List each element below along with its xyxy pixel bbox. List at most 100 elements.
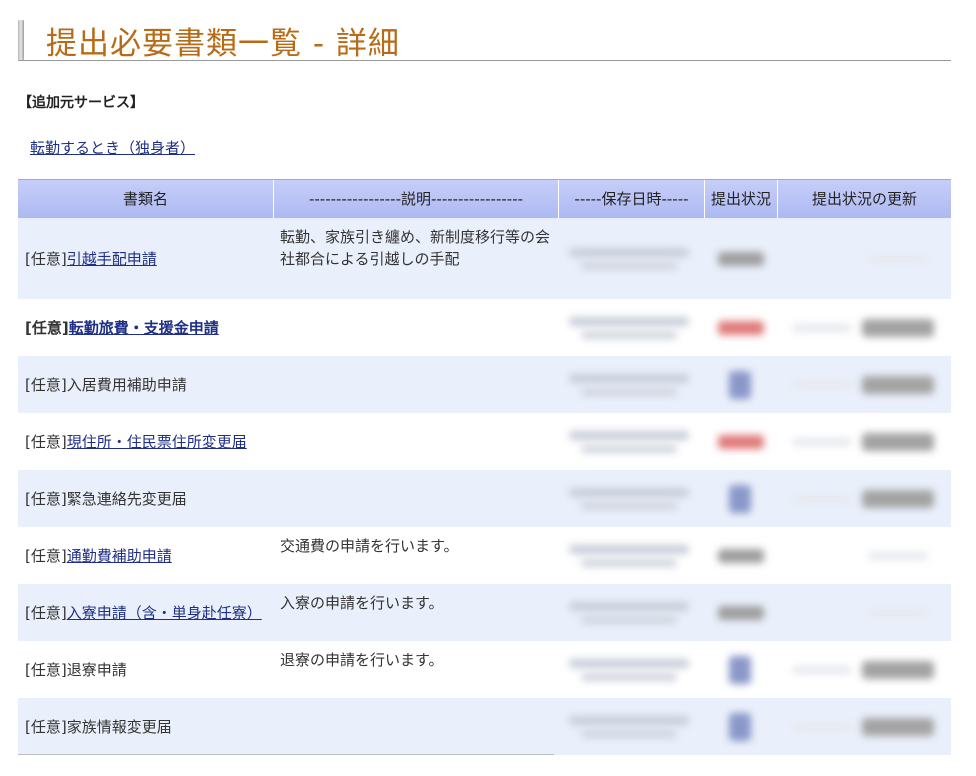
status-update-cell <box>778 584 951 641</box>
optional-prefix: [任意] <box>25 661 67 679</box>
table-row: [任意] 緊急連絡先変更届 <box>18 470 951 527</box>
document-name-cell: [任意] 入居費用補助申請 <box>18 356 274 413</box>
document-name: 入居費用補助申請 <box>66 376 187 394</box>
document-link[interactable]: 転勤旅費・支援金申請 <box>69 317 219 338</box>
saved-at-cell <box>559 413 705 470</box>
document-link[interactable]: 引越手配申請 <box>67 248 157 269</box>
document-name-cell: [任意] 家族情報変更届 <box>18 698 274 755</box>
redacted-date <box>569 316 689 326</box>
redacted-update-button[interactable] <box>862 660 934 679</box>
redacted-date <box>569 715 689 725</box>
optional-prefix: [任意] <box>25 718 67 736</box>
description-cell <box>274 698 559 755</box>
table-row: [任意] 現住所・住民票住所変更届 <box>18 413 951 470</box>
status-update-cell <box>778 299 951 356</box>
header-status-update: 提出状況の更新 <box>811 190 917 208</box>
redacted-time <box>581 615 677 624</box>
redacted-time <box>581 261 677 270</box>
redacted-time <box>581 387 677 396</box>
description-cell: 転勤、家族引き纏め、新制度移行等の会社都合による引越しの手配 <box>280 228 551 268</box>
redacted-update-button[interactable] <box>862 717 934 736</box>
document-name-cell: [任意] 入寮申請（含・単身赴任寮） <box>18 584 274 641</box>
redacted-update-button[interactable] <box>862 489 934 508</box>
table-bottom-border <box>18 754 554 755</box>
table-row: [任意] 家族情報変更届 <box>18 698 951 755</box>
description-cell <box>274 470 559 527</box>
status-cell <box>705 218 778 299</box>
redacted-date <box>569 544 689 554</box>
redacted-text <box>868 608 928 617</box>
optional-prefix: [任意] <box>25 319 69 337</box>
saved-at-cell <box>559 584 705 641</box>
status-update-cell <box>778 413 951 470</box>
document-name: 退寮申請 <box>66 661 127 679</box>
status-cell <box>705 356 778 413</box>
redacted-status-badge <box>718 605 764 620</box>
document-link[interactable]: 現住所・住民票住所変更届 <box>67 431 247 452</box>
title-accent-bar <box>18 20 24 60</box>
service-link[interactable]: 転勤するとき（独身者） <box>30 137 195 158</box>
table-row: [任意] 通勤費補助申請 交通費の申請を行います。 <box>18 527 951 584</box>
status-update-cell <box>778 218 951 299</box>
redacted-time <box>581 558 677 567</box>
document-name-cell: [任意] 緊急連絡先変更届 <box>18 470 274 527</box>
redacted-time <box>581 501 677 510</box>
redacted-status-badge <box>729 712 751 741</box>
description-cell <box>274 299 559 356</box>
redacted-text <box>792 323 852 332</box>
redacted-status-badge <box>718 320 764 335</box>
redacted-update-button[interactable] <box>862 432 934 451</box>
redacted-update-button[interactable] <box>862 318 934 337</box>
status-cell <box>705 584 778 641</box>
page: 提出必要書類一覧 - 詳細 【追加元サービス】 転勤するとき（独身者） 書類名 … <box>0 0 976 776</box>
description-cell: 交通費の申請を行います。 <box>280 537 459 555</box>
page-header: 提出必要書類一覧 - 詳細 <box>18 14 951 62</box>
redacted-date <box>569 430 689 440</box>
redacted-text <box>868 254 928 263</box>
header-status: 提出状況 <box>705 180 778 218</box>
table-body: [任意] 引越手配申請 転勤、家族引き纏め、新制度移行等の会社都合による引越しの手配… <box>18 218 951 755</box>
redacted-text <box>792 437 852 446</box>
header-saved-at: -----保存日時----- <box>559 180 705 218</box>
status-cell <box>705 698 778 755</box>
document-link[interactable]: 通勤費補助申請 <box>67 545 172 566</box>
status-update-cell <box>778 698 951 755</box>
redacted-status-badge <box>729 655 751 684</box>
optional-prefix: [任意] <box>25 433 67 451</box>
redacted-text <box>792 494 852 503</box>
redacted-text <box>868 551 928 560</box>
saved-at-cell <box>559 641 705 698</box>
redacted-date <box>569 658 689 668</box>
description-cell <box>274 413 559 470</box>
redacted-text <box>792 665 852 674</box>
table-row: [任意] 入寮申請（含・単身赴任寮） 入寮の申請を行います。 <box>18 584 951 641</box>
redacted-update-button[interactable] <box>862 375 934 394</box>
redacted-text <box>792 380 852 389</box>
status-update-cell <box>778 641 951 698</box>
status-update-cell <box>778 356 951 413</box>
header-description: -----------------説明----------------- <box>274 180 559 218</box>
redacted-time <box>581 444 677 453</box>
status-cell <box>705 641 778 698</box>
redacted-status-badge <box>718 434 764 449</box>
document-name-cell: [任意] 退寮申請 <box>18 641 274 698</box>
table-row: [任意] 引越手配申請 転勤、家族引き纏め、新制度移行等の会社都合による引越しの手配 <box>18 218 951 299</box>
table-row: [任意] 転勤旅費・支援金申請 <box>18 299 951 356</box>
redacted-date <box>569 247 689 257</box>
document-name-cell: [任意] 現住所・住民票住所変更届 <box>18 413 274 470</box>
status-update-cell <box>778 527 951 584</box>
document-name-cell: [任意] 引越手配申請 <box>18 218 274 299</box>
documents-table: 書類名 -----------------説明-----------------… <box>18 179 951 755</box>
description-cell: 退寮の申請を行います。 <box>280 651 444 669</box>
redacted-date <box>569 373 689 383</box>
optional-prefix: [任意] <box>25 250 67 268</box>
page-title: 提出必要書類一覧 - 詳細 <box>46 26 400 62</box>
saved-at-cell <box>559 470 705 527</box>
redacted-date <box>569 487 689 497</box>
status-cell <box>705 470 778 527</box>
optional-prefix: [任意] <box>25 604 67 622</box>
document-link[interactable]: 入寮申請（含・単身赴任寮） <box>67 602 262 623</box>
optional-prefix: [任意] <box>25 376 67 394</box>
description-cell: 入寮の申請を行います。 <box>280 594 444 612</box>
redacted-status-badge <box>718 251 764 266</box>
